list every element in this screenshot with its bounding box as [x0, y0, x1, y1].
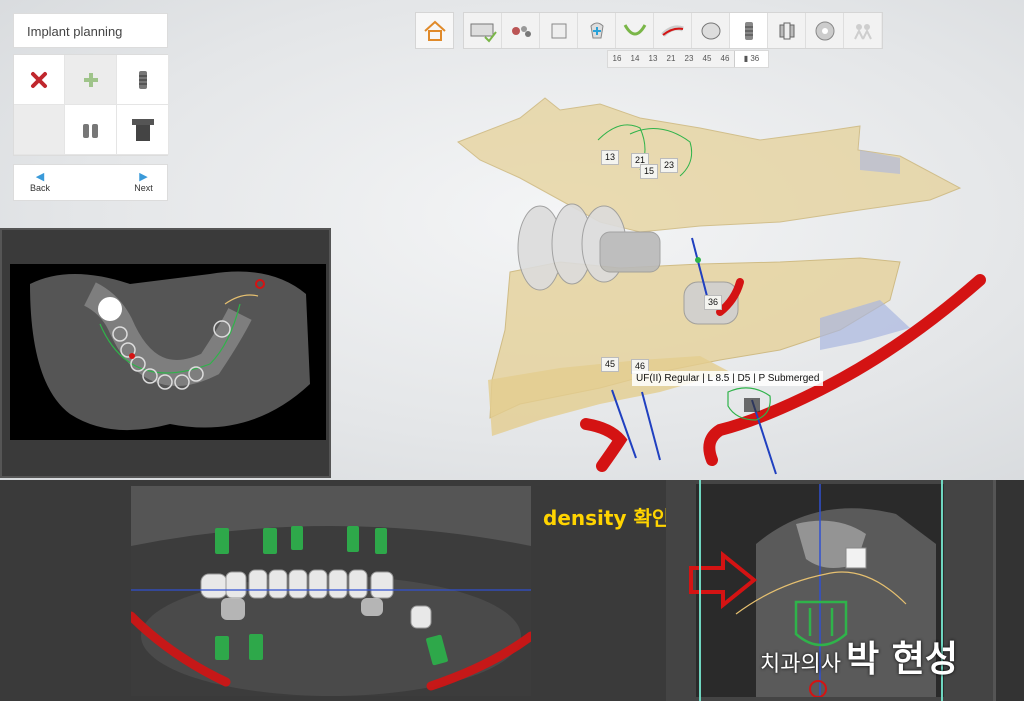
step-sleeve[interactable] — [768, 13, 806, 48]
empty-tool-slot — [14, 105, 65, 155]
arch-icon — [623, 23, 646, 35]
tooth-tab-36[interactable]: ▮ 36 — [734, 51, 768, 67]
step-implant[interactable] — [730, 13, 768, 48]
implant-info-tooltip: UF(II) Regular | L 8.5 | D5 | P Submerge… — [632, 371, 824, 386]
sleeve-icon — [779, 22, 794, 39]
3d-viewport[interactable]: 13 21 15 23 36 45 46 UF(II) Regular | L … — [0, 0, 1024, 480]
implant-library-button[interactable] — [117, 55, 169, 105]
tooth-setup-icon — [589, 22, 604, 38]
nav-row: ◀ Back ▶ Next — [13, 164, 168, 201]
add-implant-button[interactable] — [65, 55, 117, 105]
cross-section-border-left — [699, 480, 701, 701]
bone-segmentation-icon — [511, 25, 531, 37]
tooth-tab-14[interactable]: 14 — [626, 51, 644, 67]
ct-axial-view[interactable] — [0, 228, 331, 478]
crown-icon — [701, 22, 720, 39]
workflow-toolbar — [415, 12, 883, 49]
back-label: Back — [29, 183, 50, 193]
tooth-tab-16[interactable]: 16 — [608, 51, 626, 67]
next-label: Next — [134, 183, 153, 193]
tooth-label-23[interactable]: 23 — [660, 158, 679, 173]
doctor-watermark: 치과의사 박 현성 — [760, 630, 958, 682]
implant-planning-panel: Implant planning ◀ Back ▶ Next — [13, 13, 169, 201]
tooth-label-45[interactable]: 45 — [601, 357, 620, 372]
nerve-canal-icon — [660, 24, 684, 37]
implant-icon — [138, 70, 147, 89]
add-plus-icon — [83, 72, 98, 87]
tooth-label-15[interactable]: 15 — [640, 164, 659, 179]
bottom-views: density 확인 치과의사 박 현성 — [0, 480, 1024, 701]
delete-x-icon — [31, 71, 47, 88]
step-nerve-canal[interactable] — [654, 13, 692, 48]
ct-axial-image[interactable] — [10, 264, 326, 440]
step-arch[interactable] — [616, 13, 654, 48]
tooth-tab-36-label: 36 — [750, 54, 760, 63]
next-button[interactable]: ▶ Next — [118, 165, 169, 200]
arrow-left-icon: ◀ — [35, 171, 45, 183]
sleeve-button[interactable] — [117, 105, 169, 155]
step-scan-data[interactable] — [464, 13, 502, 48]
tooth-tab-13[interactable]: 13 — [644, 51, 662, 67]
step-crown[interactable] — [692, 13, 730, 48]
step-alignment[interactable] — [540, 13, 578, 48]
multi-implant-button[interactable] — [65, 105, 117, 155]
implant-icon — [744, 21, 753, 40]
tooth-tab-45[interactable]: 45 — [698, 51, 716, 67]
tool-grid — [13, 54, 169, 156]
watermark-name: 박 현성 — [846, 638, 958, 680]
delete-implant-button[interactable] — [14, 55, 65, 105]
arrow-right-icon: ▶ — [139, 171, 148, 183]
watermark-title: 치과의사 — [760, 652, 841, 677]
tooth-label-36[interactable]: 36 — [704, 295, 723, 310]
panoramic-view[interactable] — [131, 486, 531, 696]
home-button[interactable] — [415, 12, 454, 49]
axial-slice — [30, 271, 310, 431]
alignment-icon — [551, 23, 566, 38]
side-view-strip[interactable] — [993, 480, 1024, 701]
sleeve-icon — [131, 118, 154, 141]
tooth-tab-46[interactable]: 46 — [716, 51, 734, 67]
density-annotation: density 확인 — [543, 506, 671, 530]
back-button[interactable]: ◀ Back — [14, 165, 66, 200]
panel-title: Implant planning — [13, 13, 168, 48]
multi-implant-icon — [82, 123, 98, 138]
panoramic-image — [131, 486, 531, 696]
step-tooth-setup[interactable] — [578, 13, 616, 48]
home-icon — [423, 20, 446, 41]
tooth-label-13[interactable]: 13 — [601, 150, 620, 165]
tooth-tab-23[interactable]: 23 — [680, 51, 698, 67]
tooth-tabs: 16 14 13 21 23 45 46 ▮ 36 — [607, 50, 769, 68]
step-segmentation[interactable] — [502, 13, 540, 48]
guide-icon — [815, 21, 834, 40]
export-icon — [853, 23, 872, 39]
tooth-tab-21[interactable]: 21 — [662, 51, 680, 67]
scan-data-icon — [470, 23, 497, 43]
step-guide[interactable] — [806, 13, 844, 48]
step-export[interactable] — [844, 13, 882, 48]
